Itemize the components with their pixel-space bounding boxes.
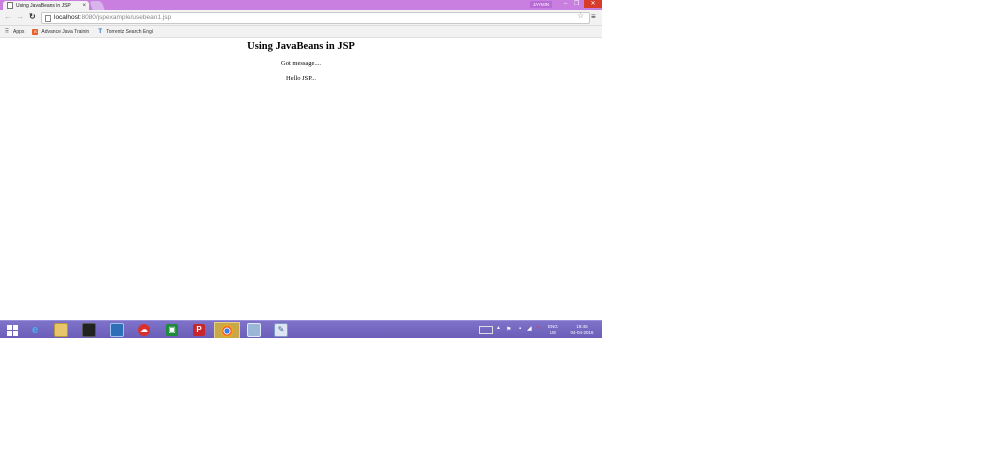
taskbar-remote-desktop[interactable] bbox=[105, 322, 129, 338]
forward-arrow-icon[interactable]: → bbox=[16, 12, 24, 22]
taskbar-file-explorer[interactable] bbox=[49, 322, 73, 338]
screen: Using JavaBeans in JSP × JAYMIN – ❐ ✕ ← … bbox=[0, 0, 602, 338]
apps-grid-icon: ⠿ bbox=[4, 28, 10, 35]
profile-badge[interactable]: JAYMIN bbox=[530, 1, 552, 8]
show-hidden-icons-icon[interactable]: ▲ bbox=[496, 325, 501, 331]
keyboard-icon[interactable] bbox=[479, 326, 493, 334]
message-line-2: Hello JSP... bbox=[286, 75, 316, 82]
taskbar-virtualbox[interactable] bbox=[242, 322, 266, 338]
language-indicator[interactable]: ENG US bbox=[548, 324, 558, 336]
url-text[interactable]: localhost:8080/jspexample/usebean1.jsp bbox=[54, 13, 171, 23]
bookmark-star-icon[interactable]: ☆ bbox=[577, 11, 584, 21]
volume-icon[interactable]: ◖ bbox=[536, 325, 540, 331]
notepad-icon: ✎ bbox=[274, 323, 288, 337]
security-icon[interactable]: ▪ bbox=[519, 326, 521, 332]
bookmark-label: Advance Java Trainin bbox=[41, 28, 90, 35]
windows-logo-icon bbox=[6, 324, 18, 336]
taskbar-excel-app[interactable]: ▣ bbox=[160, 322, 184, 338]
taskbar-internet-explorer[interactable]: e bbox=[23, 322, 47, 338]
taskbar-chrome[interactable] bbox=[214, 322, 240, 338]
torrentz-icon: T bbox=[98, 28, 103, 35]
tab-title: Using JavaBeans in JSP bbox=[16, 2, 71, 9]
clock[interactable]: 18:45 04-04-2016 bbox=[566, 324, 598, 336]
chrome-icon bbox=[221, 325, 233, 337]
action-center-flag-icon[interactable]: ⚑ bbox=[506, 326, 511, 333]
internet-explorer-icon: e bbox=[31, 324, 39, 336]
minimize-button[interactable]: – bbox=[560, 0, 571, 8]
folder-icon bbox=[54, 323, 68, 337]
browser-titlebar: Using JavaBeans in JSP × JAYMIN – ❐ ✕ bbox=[0, 0, 602, 10]
url-path: :8080/jspexample/usebean1.jsp bbox=[79, 14, 172, 21]
page-info-icon[interactable] bbox=[45, 15, 51, 22]
bookmark-torrentz[interactable]: T Torrentz Search Engi bbox=[97, 29, 153, 35]
tab-close-icon[interactable]: × bbox=[82, 3, 86, 9]
bookmark-apps[interactable]: ⠿ Apps bbox=[4, 28, 25, 35]
address-bar[interactable]: localhost:8080/jspexample/usebean1.jsp bbox=[41, 12, 590, 24]
monitor-icon bbox=[110, 323, 124, 337]
clock-date: 04-04-2016 bbox=[570, 330, 594, 335]
taskbar-terminal[interactable] bbox=[77, 322, 101, 338]
bookmark-advance-java[interactable]: B Advance Java Trainin bbox=[32, 28, 90, 35]
bookmark-label: Apps bbox=[13, 28, 25, 35]
browser-toolbar: ← → ↻ localhost:8080/jspexample/usebean1… bbox=[0, 10, 602, 26]
bookmark-label: Torrentz Search Engi bbox=[106, 28, 153, 35]
network-signal-icon[interactable]: ◢ bbox=[527, 325, 532, 332]
reload-icon[interactable]: ↻ bbox=[29, 12, 36, 22]
url-host: localhost bbox=[54, 14, 80, 21]
taskbar-pdf-app[interactable]: P bbox=[187, 322, 211, 338]
maximize-button[interactable]: ❐ bbox=[571, 0, 582, 8]
message-line-1: Got message.... bbox=[281, 60, 321, 67]
page-icon bbox=[7, 2, 13, 9]
browser-tab-active[interactable]: Using JavaBeans in JSP × bbox=[3, 1, 89, 10]
lang-bottom: US bbox=[549, 330, 557, 335]
close-window-button[interactable]: ✕ bbox=[584, 0, 602, 8]
page-heading: Using JavaBeans in JSP bbox=[247, 41, 355, 52]
blogger-icon: B bbox=[32, 28, 39, 35]
back-arrow-icon[interactable]: ← bbox=[4, 12, 12, 22]
spreadsheet-icon: ▣ bbox=[166, 324, 178, 336]
cube-icon bbox=[247, 323, 261, 337]
start-button[interactable] bbox=[0, 322, 24, 338]
cloud-icon: ☁ bbox=[138, 324, 150, 336]
bookmarks-bar: ⠿ Apps B Advance Java Trainin T Torrentz… bbox=[0, 26, 602, 38]
taskbar-cloud-app[interactable]: ☁ bbox=[132, 322, 156, 338]
taskbar-notepad[interactable]: ✎ bbox=[269, 322, 293, 338]
chrome-menu-icon[interactable]: ≡ bbox=[591, 12, 596, 22]
terminal-icon bbox=[82, 323, 96, 337]
new-tab-button[interactable] bbox=[89, 1, 105, 10]
page-content: Using JavaBeans in JSP Got message.... H… bbox=[0, 38, 602, 320]
pdf-icon: P bbox=[193, 324, 205, 336]
windows-taskbar: e ☁ ▣ P ✎ ▲ ⚑ ▪ ◢ ◖ ENG US 18:45 04-04-2… bbox=[0, 320, 602, 338]
